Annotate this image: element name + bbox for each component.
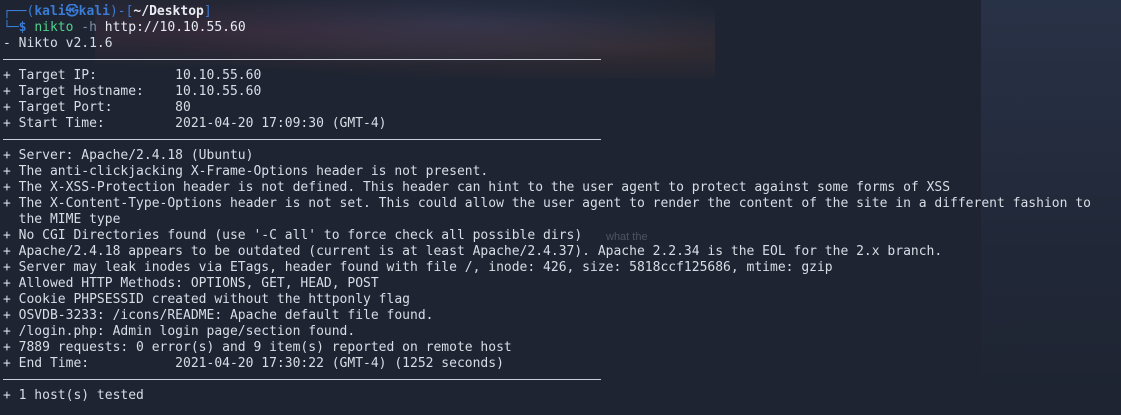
- terminal-window[interactable]: what the ┌──(kali㉿kali)-[~/Desktop] └─$ …: [0, 0, 1121, 415]
- finding-line: + Cookie PHPSESSID created without the h…: [3, 292, 410, 307]
- command-name: nikto: [34, 20, 74, 35]
- finding-line: + The anti-clickjacking X-Frame-Options …: [3, 164, 489, 179]
- finding-line: + 7889 requests: 0 error(s) and 9 item(s…: [3, 340, 512, 355]
- finding-line: + /login.php: Admin login page/section f…: [3, 324, 356, 339]
- finding-line: + Server: Apache/2.4.18 (Ubuntu): [3, 148, 254, 163]
- start-time: + Start Time: 2021-04-20 17:09:30 (GMT-4…: [3, 116, 387, 131]
- nikto-version: - Nikto v2.1.6: [3, 36, 113, 51]
- command-line: └─$ nikto -h http://10.10.55.60: [3, 20, 1121, 36]
- prompt-corner: ┌──(: [3, 4, 35, 19]
- finding-line: + Server may leak inodes via ETags, head…: [3, 260, 833, 275]
- end-time: + End Time: 2021-04-20 17:30:22 (GMT-4) …: [3, 356, 504, 371]
- prompt-bracket-close: ]: [203, 4, 212, 19]
- finding-line: + No CGI Directories found (use '-C all'…: [3, 228, 583, 243]
- separator: [3, 139, 601, 140]
- terminal-output[interactable]: ┌──(kali㉿kali)-[~/Desktop] └─$ nikto -h …: [3, 4, 1121, 404]
- prompt-corner-bottom: └─: [3, 20, 19, 35]
- summary-line: + 1 host(s) tested: [3, 388, 144, 403]
- prompt-path: ~/Desktop: [133, 4, 204, 19]
- finding-line: + OSVDB-3233: /icons/README: Apache defa…: [3, 308, 434, 323]
- separator: [3, 59, 601, 60]
- finding-line: + The X-Content-Type-Options header is n…: [3, 196, 1091, 211]
- prompt-bracket-open: )-[: [109, 4, 134, 19]
- target-hostname: + Target Hostname: 10.10.55.60: [3, 84, 262, 99]
- finding-line: + Allowed HTTP Methods: OPTIONS, GET, HE…: [3, 276, 379, 291]
- target-port: + Target Port: 80: [3, 100, 191, 115]
- prompt-user-host: kali㉿kali: [34, 4, 110, 19]
- target-ip: + Target IP: 10.10.55.60: [3, 68, 262, 83]
- prompt-line: ┌──(kali㉿kali)-[~/Desktop]: [3, 4, 1121, 20]
- finding-line: the MIME type: [3, 212, 121, 227]
- finding-line: + Apache/2.4.18 appears to be outdated (…: [3, 244, 943, 259]
- separator: [3, 379, 601, 380]
- prompt-dollar: $: [18, 20, 27, 35]
- command-argument: http://10.10.55.60: [104, 20, 246, 35]
- finding-line: + The X-XSS-Protection header is not def…: [3, 180, 951, 195]
- command-flag: -h: [81, 20, 97, 35]
